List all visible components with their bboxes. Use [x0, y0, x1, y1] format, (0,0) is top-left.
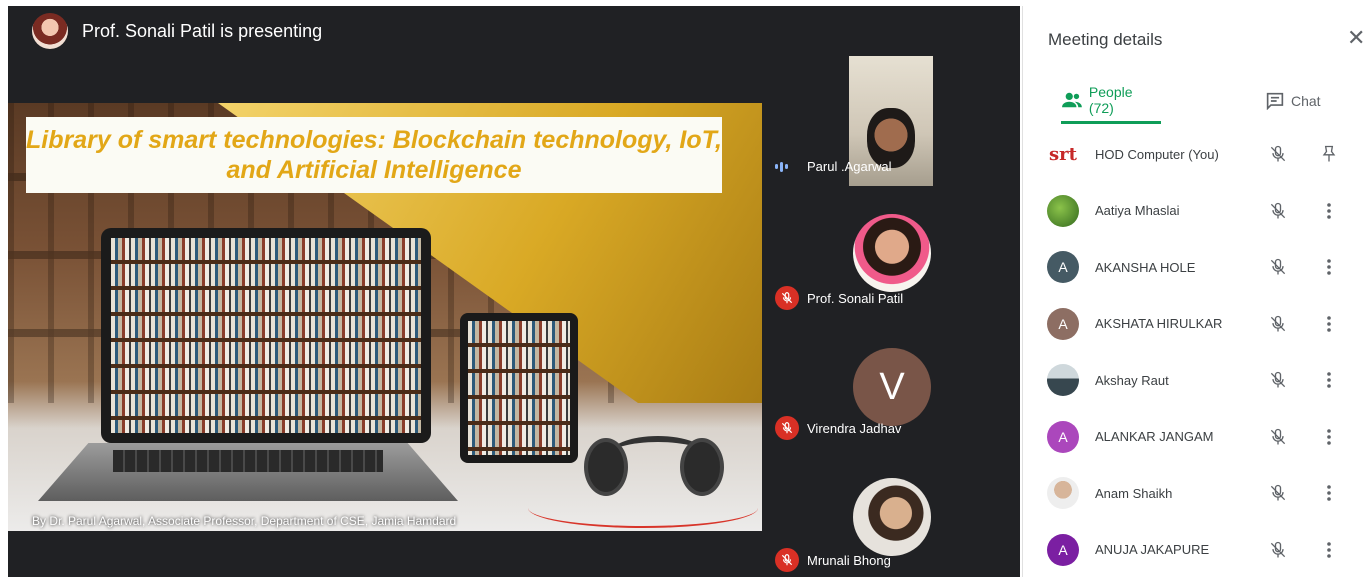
tablet-illustration — [460, 313, 578, 463]
mic-off-icon[interactable] — [1268, 483, 1288, 503]
participant-list: srt HOD Computer (You) Aatiya Mhaslai A … — [1023, 126, 1370, 577]
list-item[interactable]: A AKANSHA HOLE — [1023, 239, 1370, 296]
avatar: A — [1047, 251, 1079, 284]
participant-name: ALANKAR JANGAM — [1095, 429, 1214, 445]
participant-photo-avatar — [853, 214, 931, 292]
tab-people-label: People (72) — [1088, 83, 1133, 116]
avatar: A — [1047, 420, 1079, 453]
mic-off-icon[interactable] — [1268, 257, 1288, 277]
chat-icon — [1266, 92, 1284, 110]
more-vert-icon[interactable] — [1319, 201, 1339, 221]
tab-chat[interactable]: Chat — [1265, 78, 1321, 124]
presenter-banner-text: Prof. Sonali Patil is presenting — [82, 20, 323, 41]
participant-name: Anam Shaikh — [1095, 485, 1173, 501]
avatar — [1047, 477, 1079, 510]
list-item[interactable]: A AKSHATA HIRULKAR — [1023, 296, 1370, 353]
meeting-details-panel: Meeting details ✕ People (72) Chat srt H… — [1022, 6, 1370, 577]
laptop-illustration — [101, 228, 431, 443]
more-vert-icon[interactable] — [1319, 483, 1339, 503]
list-item[interactable]: Akshay Raut — [1023, 352, 1370, 409]
mic-off-icon[interactable] — [1268, 427, 1288, 447]
pin-icon[interactable] — [1319, 144, 1339, 164]
avatar: A — [1047, 533, 1079, 566]
avatar: A — [1047, 307, 1079, 340]
mic-off-icon[interactable] — [1268, 370, 1288, 390]
participant-tile[interactable]: V Virendra Jadhav — [763, 316, 1020, 446]
participant-name: AKSHATA HIRULKAR — [1095, 316, 1223, 332]
mic-off-icon — [775, 286, 799, 310]
participant-tile[interactable]: Mrunali Bhong — [763, 446, 1020, 576]
close-icon[interactable]: ✕ — [1347, 26, 1367, 50]
participant-tile-name: Mrunali Bhong — [807, 552, 891, 568]
more-vert-icon[interactable] — [1319, 540, 1339, 560]
presenter-banner: Prof. Sonali Patil is presenting — [8, 6, 768, 56]
mic-off-icon — [775, 548, 799, 572]
presenter-avatar — [32, 13, 68, 49]
mic-off-icon[interactable] — [1268, 540, 1288, 560]
speaking-icon — [775, 161, 799, 172]
panel-title: Meeting details — [1048, 30, 1163, 49]
participant-tile-name: Parul .Agarwal — [807, 159, 892, 174]
tab-chat-label: Chat — [1291, 93, 1321, 109]
slide-title-box: Library of smart technologies: Blockchai… — [26, 117, 722, 193]
slide-credit: By Dr. Parul Agarwal, Associate Professo… — [32, 514, 457, 528]
headphone-cable — [528, 488, 758, 528]
people-icon — [1062, 92, 1082, 107]
list-item[interactable]: Aatiya Mhaslai — [1023, 183, 1370, 240]
mic-off-icon[interactable] — [1268, 144, 1288, 164]
participant-name: ANUJA JAKAPURE — [1095, 542, 1210, 558]
participant-letter-avatar: V — [853, 348, 931, 426]
participant-name: AKANSHA HOLE — [1095, 259, 1196, 275]
avatar — [1047, 194, 1079, 227]
participant-tile-name: Virendra Jadhav — [807, 420, 902, 436]
participant-tile[interactable]: Parul .Agarwal — [763, 56, 1020, 186]
more-vert-icon[interactable] — [1319, 370, 1339, 390]
avatar: srt — [1047, 138, 1079, 171]
avatar — [1047, 364, 1079, 397]
shared-slide: Library of smart technologies: Blockchai… — [8, 103, 762, 531]
participant-tile-name: Prof. Sonali Patil — [807, 290, 904, 306]
participant-photo-avatar — [853, 478, 931, 556]
mic-off-icon[interactable] — [1268, 314, 1288, 334]
list-item[interactable]: A ANUJA JAKAPURE — [1023, 522, 1370, 577]
laptop-keyboard — [113, 450, 383, 472]
more-vert-icon[interactable] — [1319, 427, 1339, 447]
list-item[interactable]: A ALANKAR JANGAM — [1023, 409, 1370, 466]
participant-name: HOD Computer (You) — [1095, 146, 1219, 162]
list-item[interactable]: Anam Shaikh — [1023, 465, 1370, 522]
meeting-stage: Prof. Sonali Patil is presenting Library… — [8, 6, 1020, 577]
participant-tile[interactable]: Prof. Sonali Patil — [763, 186, 1020, 316]
mic-off-icon[interactable] — [1268, 201, 1288, 221]
participant-tiles: Parul .Agarwal Prof. Sonali Patil V Vire… — [763, 56, 1020, 577]
more-vert-icon[interactable] — [1319, 314, 1339, 334]
tab-people[interactable]: People (72) — [1061, 78, 1161, 124]
more-vert-icon[interactable] — [1319, 257, 1339, 277]
slide-title: Library of smart technologies: Blockchai… — [26, 126, 722, 184]
list-item[interactable]: srt HOD Computer (You) — [1023, 126, 1370, 183]
mic-off-icon — [775, 416, 799, 440]
participant-name: Aatiya Mhaslai — [1095, 203, 1180, 219]
participant-name: Akshay Raut — [1095, 372, 1169, 388]
